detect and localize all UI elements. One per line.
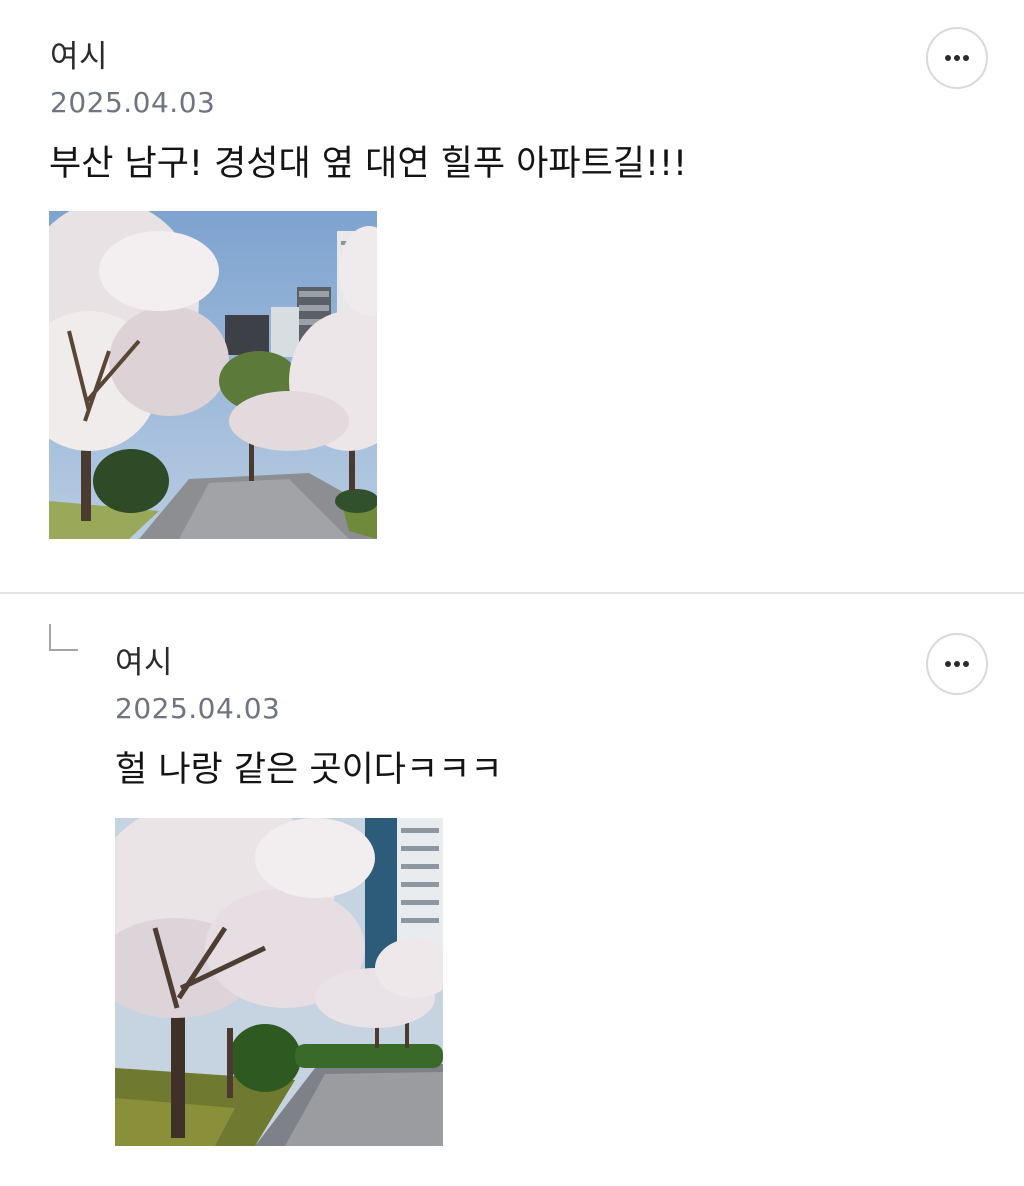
more-horizontal-icon [945, 661, 969, 667]
reply-arrow-icon [49, 624, 78, 651]
more-options-button[interactable] [926, 633, 988, 695]
more-horizontal-icon [945, 55, 969, 61]
comment-author[interactable]: 여시 [50, 38, 108, 76]
reply-comment-item: 여시 2025.04.03 헐 나랑 같은 곳이다ㅋㅋㅋ [0, 594, 1024, 1186]
comment-author[interactable]: 여시 [115, 644, 173, 682]
comment-photo[interactable] [49, 211, 377, 539]
comment-date: 2025.04.03 [115, 692, 281, 725]
photo-icon [115, 818, 443, 1146]
photo-icon [49, 211, 377, 539]
comment-text: 헐 나랑 같은 곳이다ㅋㅋㅋ [115, 750, 503, 790]
comment-photo[interactable] [115, 818, 443, 1146]
comment-item: 여시 2025.04.03 부산 남구! 경성대 옆 대연 힐푸 아파트길!!! [0, 0, 1024, 592]
comment-text: 부산 남구! 경성대 옆 대연 힐푸 아파트길!!! [49, 144, 688, 184]
comment-date: 2025.04.03 [50, 86, 216, 119]
more-options-button[interactable] [926, 27, 988, 89]
